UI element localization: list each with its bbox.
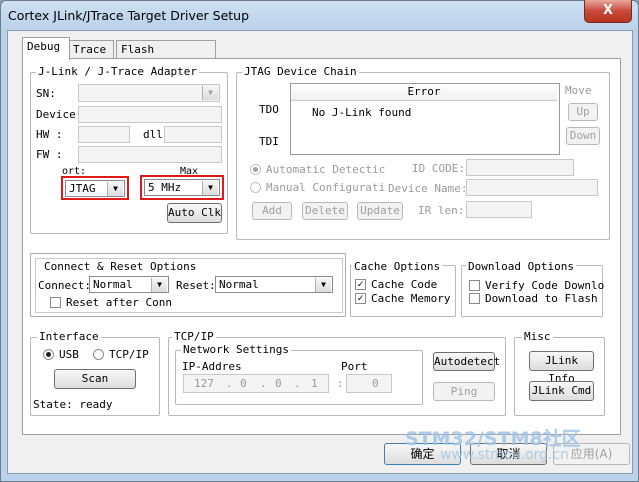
- connect-label: Connect:: [38, 279, 91, 292]
- max-clock-value: 5 MHz: [148, 181, 182, 194]
- download-options-label: Download Options: [466, 260, 576, 273]
- misc-label: Misc: [522, 330, 553, 343]
- automatic-detection-label: Automatic Detectic: [266, 163, 386, 176]
- automatic-detection-radio[interactable]: [250, 164, 261, 175]
- tdi-label: TDI: [259, 135, 279, 148]
- move-up-button[interactable]: Up: [568, 103, 598, 121]
- interface-label: Interface: [37, 330, 101, 343]
- download-to-flash-label: Download to Flash: [485, 292, 598, 305]
- download-to-flash-checkbox[interactable]: [469, 293, 480, 304]
- fw-field: [78, 146, 222, 163]
- port-colon: :: [337, 377, 344, 390]
- move-down-button[interactable]: Down: [566, 127, 600, 145]
- device-label: Device:: [36, 108, 83, 121]
- verify-code-checkbox[interactable]: [469, 280, 480, 291]
- device-field: [78, 106, 222, 123]
- manual-configuration-label: Manual Configurati: [266, 181, 386, 194]
- ir-len-label: IR len:: [418, 204, 465, 217]
- chevron-down-icon: ▼: [151, 278, 167, 292]
- device-name-label: Device Name:: [388, 182, 468, 195]
- dll-field: [164, 126, 222, 143]
- ip-octet-4: 1: [311, 377, 318, 390]
- cache-code-checkbox[interactable]: ✓: [355, 279, 366, 290]
- reset-after-connect-label: Reset after Conn: [66, 296, 172, 309]
- ip-octet-3: 0: [275, 377, 282, 390]
- hw-label: HW :: [36, 128, 63, 141]
- ip-octet-1: 127: [194, 377, 214, 390]
- cache-memory-checkbox[interactable]: ✓: [355, 293, 366, 304]
- autodetect-button[interactable]: Autodetect: [433, 352, 500, 371]
- fw-label: FW :: [36, 148, 63, 161]
- hw-field: [78, 126, 130, 143]
- cache-options-label: Cache Options: [352, 260, 443, 273]
- move-label: Move: [565, 84, 592, 97]
- state-text: State: ready: [33, 398, 113, 411]
- connect-select[interactable]: Normal ▼: [89, 276, 169, 293]
- port-number-value: 0: [372, 377, 379, 390]
- usb-label: USB: [59, 348, 79, 361]
- port-number-label: Port: [341, 360, 368, 373]
- reset-after-connect-checkbox[interactable]: [50, 297, 61, 308]
- cache-code-label: Cache Code: [371, 278, 438, 291]
- error-column-header[interactable]: Error: [291, 84, 557, 101]
- watermark-url: www.stmcu.org.cn: [440, 447, 569, 463]
- jtag-chain-group-label: JTAG Device Chain: [242, 65, 359, 78]
- id-code-label: ID CODE:: [412, 162, 465, 175]
- port-select-value: JTAG: [69, 182, 96, 195]
- max-clock-select[interactable]: 5 MHz ▼: [144, 179, 220, 196]
- tab-debug[interactable]: Debug: [22, 37, 70, 60]
- dll-label: dll: [143, 128, 163, 141]
- ip-dot: .: [260, 377, 267, 390]
- chevron-down-icon: ▼: [202, 181, 218, 195]
- cache-memory-label: Cache Memory: [371, 292, 451, 305]
- reset-select[interactable]: Normal ▼: [215, 276, 333, 293]
- manual-configuration-radio[interactable]: [250, 182, 261, 193]
- ping-button[interactable]: Ping: [433, 382, 495, 401]
- tcpip-group-label: TCP/IP: [172, 330, 216, 343]
- ip-dot: .: [226, 377, 233, 390]
- tdo-label: TDO: [259, 103, 279, 116]
- chevron-down-icon: ▼: [315, 278, 331, 292]
- verify-code-label: Verify Code Downlo: [485, 279, 605, 292]
- sn-select[interactable]: ▼: [78, 84, 220, 102]
- jlink-cmd-button[interactable]: JLink Cmd: [529, 381, 594, 401]
- add-button[interactable]: Add: [252, 202, 292, 220]
- jlink-info-button[interactable]: JLink Info: [529, 351, 594, 385]
- sn-label: SN:: [36, 87, 56, 100]
- scan-button[interactable]: Scan: [54, 369, 136, 389]
- device-name-field[interactable]: [466, 179, 598, 196]
- adapter-group-label: J-Link / J-Trace Adapter: [36, 65, 199, 78]
- chevron-down-icon: ▼: [107, 182, 123, 196]
- chevron-down-icon: ▼: [202, 86, 218, 100]
- auto-clk-button[interactable]: Auto Clk: [167, 203, 222, 223]
- reset-label: Reset:: [176, 279, 216, 292]
- port-number-field[interactable]: [346, 374, 392, 393]
- connect-select-value: Normal: [93, 278, 133, 291]
- window-title: Cortex JLink/JTrace Target Driver Setup: [8, 8, 250, 23]
- close-button[interactable]: X: [584, 0, 632, 23]
- tcpip-label: TCP/IP: [109, 348, 149, 361]
- ir-len-field[interactable]: [466, 201, 532, 218]
- tab-trace[interactable]: Trace: [68, 40, 114, 59]
- ip-address-label: IP-Addres: [182, 360, 242, 373]
- usb-radio[interactable]: [43, 349, 54, 360]
- table-row: No J-Link found: [312, 106, 412, 119]
- tcpip-radio[interactable]: [93, 349, 104, 360]
- update-button[interactable]: Update: [357, 202, 403, 220]
- ip-octet-2: 0: [240, 377, 247, 390]
- connect-reset-label: Connect & Reset Options: [42, 260, 199, 273]
- network-settings-label: Network Settings: [181, 343, 291, 356]
- tab-flash-download[interactable]: Flash Download: [116, 40, 216, 74]
- reset-select-value: Normal: [219, 278, 259, 291]
- id-code-field[interactable]: [466, 159, 574, 176]
- ip-dot: .: [294, 377, 301, 390]
- delete-button[interactable]: Delete: [302, 202, 348, 220]
- port-select[interactable]: JTAG ▼: [65, 180, 125, 197]
